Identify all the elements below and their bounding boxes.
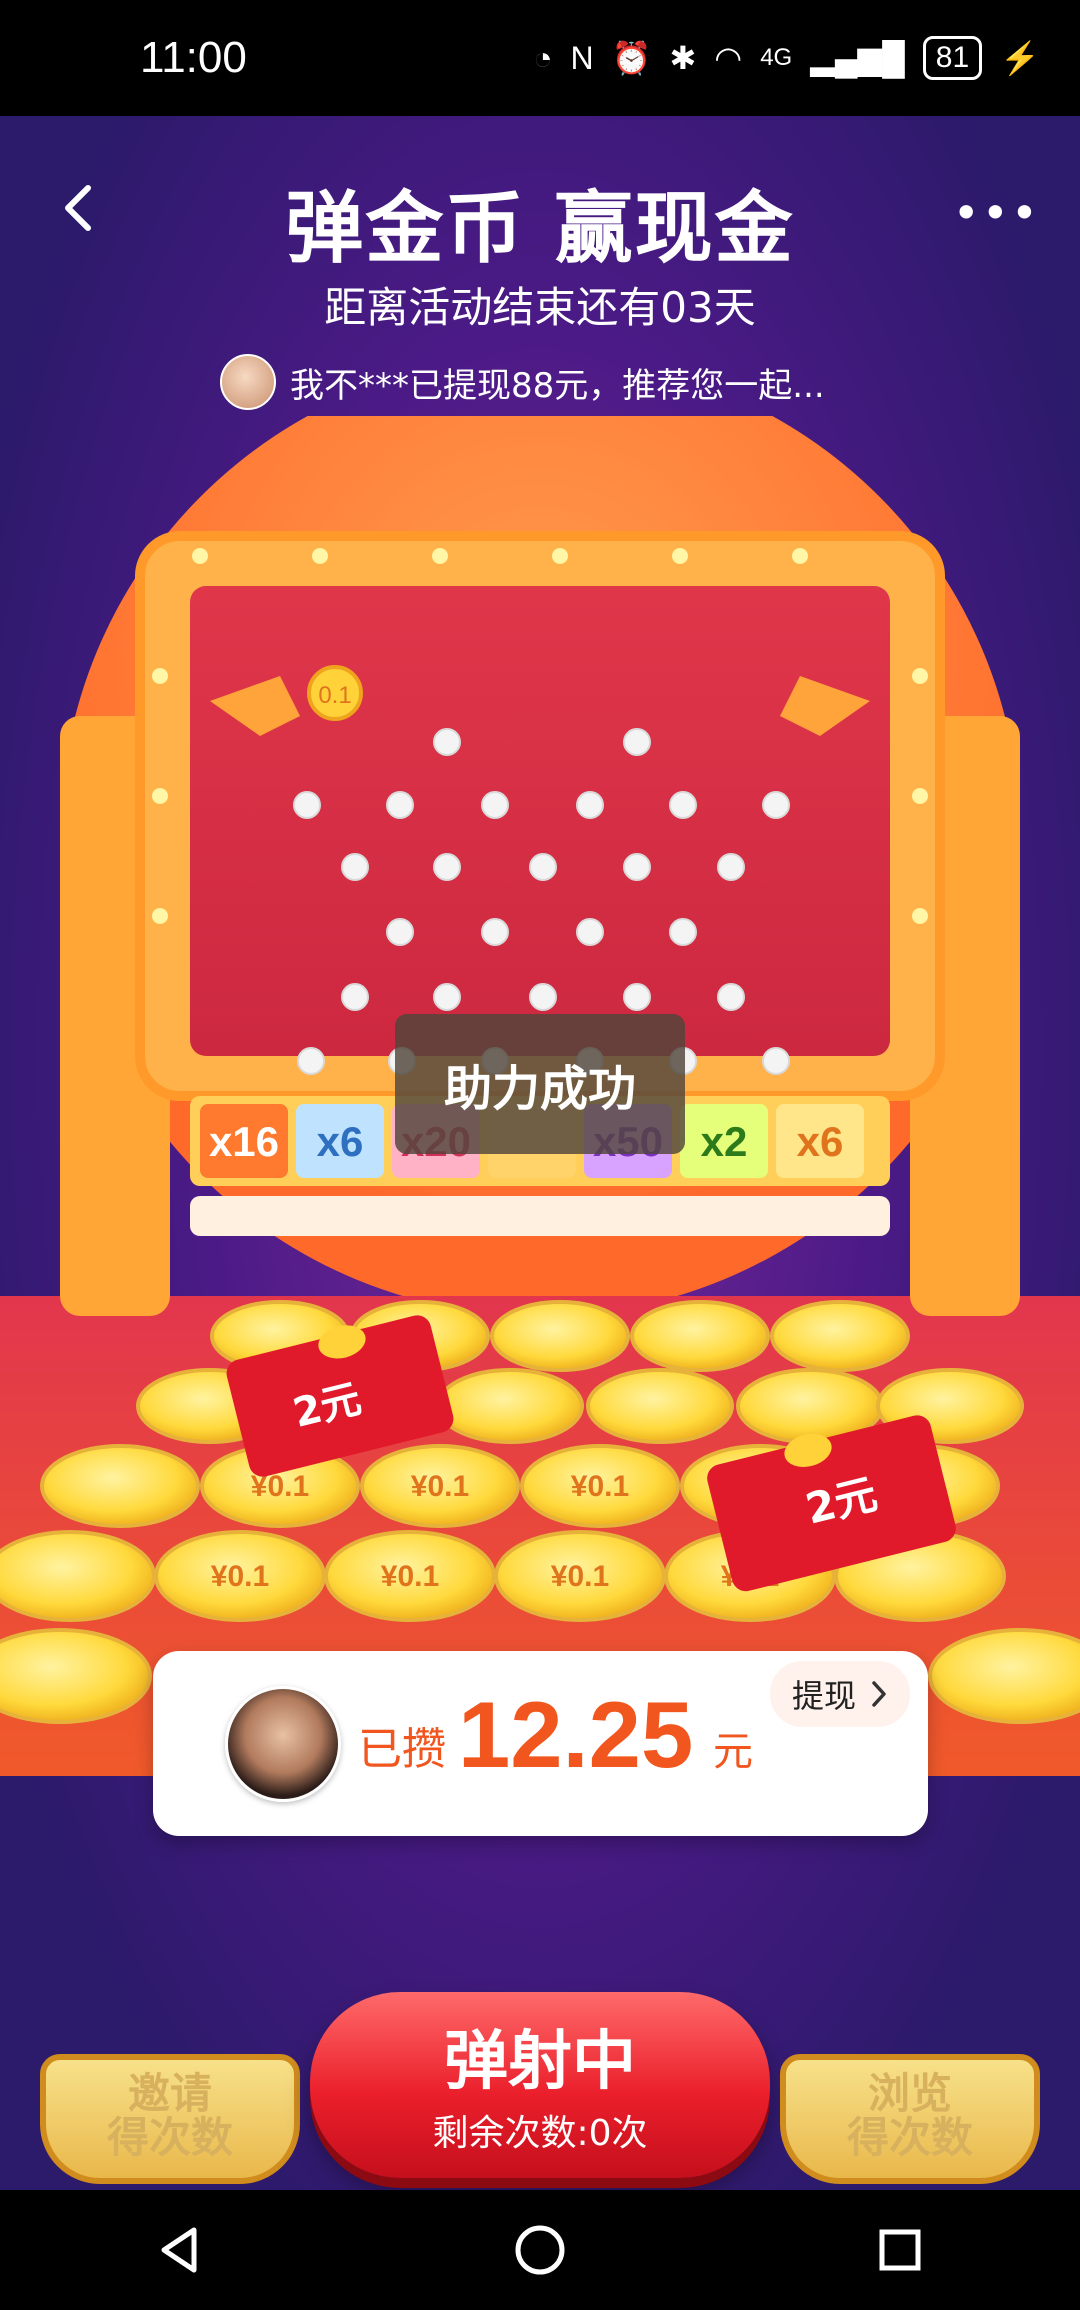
invite-line1: 邀请 [127,2069,212,2118]
system-nav-bar [0,2190,1080,2310]
coin-label: ¥0.1 [411,1470,469,1503]
battery-indicator: 81 [922,36,983,80]
nav-recents-button[interactable] [860,2210,940,2290]
coin-label: ¥0.1 [381,1560,439,1593]
browse-button-text: 浏览 得次数 [780,2072,1040,2160]
multiplier-slot-7: x6 [797,1118,844,1165]
withdraw-label: 提现 [791,1677,856,1715]
countdown-text: 距离活动结束还有03天 [324,283,756,332]
balance-unit: 元 [713,1729,753,1775]
winner-ticker: 我不***已提现88元，推荐您一起... [220,354,825,410]
invite-button-text: 邀请 得次数 [40,2072,300,2160]
more-dots-icon: ••• [952,186,1040,240]
nfc-icon: N [570,39,594,76]
multiplier-slot-6: x2 [701,1118,748,1165]
network-label: 4G [760,44,793,71]
browse-button[interactable]: 浏览 得次数 [780,2054,1040,2184]
header: 弹金币 赢现金 ••• 距离活动结束还有03天 我不***已提现88元，推荐您一… [0,116,1080,416]
coin-label: ¥0.1 [211,1560,269,1593]
remaining-count: 剩余次数:0次 [432,2113,648,2154]
wifi-icon: ◠ [714,40,743,76]
status-time: 11:00 [140,33,247,82]
launch-button[interactable]: 弹射中 剩余次数:0次 [310,1992,770,2178]
nav-back-button[interactable] [140,2210,220,2290]
nav-home-button[interactable] [500,2210,580,2290]
ticker-avatar [220,354,276,410]
signal-icon: ▂▄▆█ [810,40,905,76]
balance-card: 已攒 12.25 元 提现 [153,1651,928,1836]
more-button[interactable]: ••• [953,186,1040,240]
browse-line1: 浏览 [867,2069,952,2118]
alarm-icon: ⏰ [611,40,652,76]
avatar [225,1686,341,1802]
game-stage: 弹金币 赢现金 ••• 距离活动结束还有03天 我不***已提现88元，推荐您一… [0,116,1080,2190]
browse-line2: 得次数 [846,2113,973,2162]
status-bar: 11:00 ◔ N ⏰ ✱ ◠ 4G ▂▄▆█ 81 ⚡ [0,0,1080,116]
coin-bubble-value: 0.1 [318,682,351,709]
page-title: 弹金币 赢现金 [285,184,795,274]
coin-chute [190,1196,890,1236]
coin-label: ¥0.1 [551,1560,609,1593]
square-recents-icon [879,2229,921,2271]
launch-button-title: 弹射中 [444,2025,636,2099]
launch-controls: 邀请 得次数 弹射中 剩余次数:0次 浏览 得次数 [0,1856,1080,2190]
multiplier-slot-1: x16 [209,1118,279,1165]
triangle-back-icon [161,2227,197,2273]
multiplier-slot-2: x6 [317,1118,364,1165]
ticker-text: 我不***已提现88元，推荐您一起... [290,365,825,406]
speed-icon: ◔ [533,39,553,76]
circle-home-icon [515,2225,565,2275]
chevron-right-icon [872,1681,886,1707]
toast: 助力成功 [395,1014,685,1154]
withdraw-button[interactable]: 提现 [769,1661,910,1727]
balance-label: 已攒 [358,1724,446,1775]
balance-amount: 12.25 [458,1682,694,1787]
status-icons: ◔ N ⏰ ✱ ◠ 4G ▂▄▆█ 81 ⚡ [533,36,1040,80]
invite-line2: 得次数 [106,2113,233,2162]
charging-icon: ⚡ [1000,40,1040,76]
bluetooth-icon: ✱ [669,40,697,76]
coin-label: ¥0.1 [571,1470,629,1503]
invite-button[interactable]: 邀请 得次数 [40,2054,300,2184]
